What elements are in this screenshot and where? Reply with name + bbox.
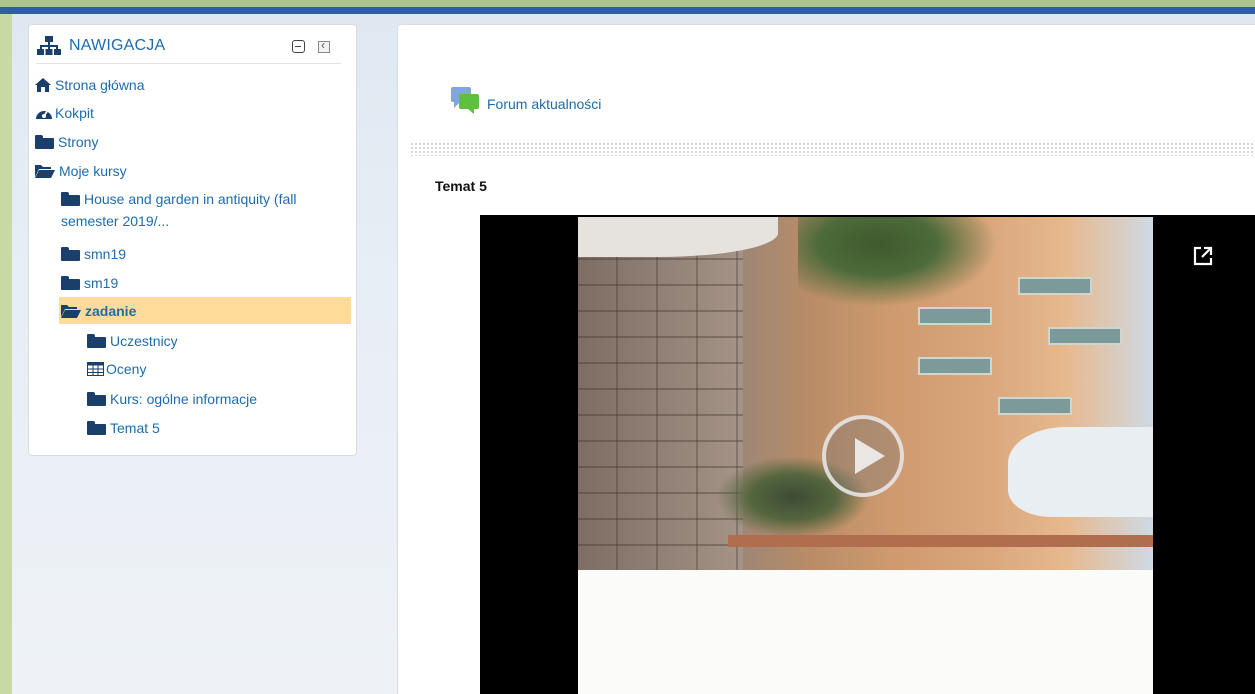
forum-news-link[interactable]: Forum aktualności — [487, 96, 601, 112]
nav-item-label: Oceny — [106, 361, 147, 377]
nav-item-home[interactable]: Strona główna — [35, 76, 145, 94]
navigation-header: NAWIGACJA — [36, 33, 341, 64]
top-bar — [0, 0, 1255, 14]
dock-block-icon[interactable] — [318, 38, 330, 53]
video-player[interactable] — [480, 215, 1255, 694]
play-button[interactable] — [822, 415, 904, 497]
nav-item-label: Kurs: ogólne informacje — [110, 391, 258, 407]
table-icon — [87, 362, 104, 376]
nav-item-label: House and garden in antiquity (fall seme… — [61, 191, 297, 229]
sitemap-icon — [37, 36, 61, 55]
nav-item-course-zadanie[interactable]: zadanie — [61, 302, 136, 320]
nav-item-my-courses[interactable]: Moje kursy — [35, 162, 127, 180]
folder-open-icon — [61, 305, 81, 318]
video-frame — [578, 217, 1153, 694]
navigation-title: NAWIGACJA — [69, 37, 166, 54]
nav-item-label: Kokpit — [55, 105, 94, 121]
folder-icon — [61, 276, 80, 290]
folder-icon — [61, 247, 80, 261]
section-title: Temat 5 — [435, 178, 487, 194]
nav-item-label: Moje kursy — [59, 163, 127, 179]
section-divider — [410, 142, 1255, 156]
nav-item-grades[interactable]: Oceny — [87, 360, 146, 378]
forum-icon — [451, 87, 479, 114]
nav-item-label: Temat 5 — [110, 420, 160, 436]
dashboard-icon — [36, 109, 52, 119]
nav-item-label: zadanie — [85, 303, 137, 319]
folder-icon — [87, 421, 106, 435]
open-external-icon[interactable] — [1192, 245, 1214, 267]
nav-item-course-info[interactable]: Kurs: ogólne informacje — [87, 390, 257, 408]
left-edge — [0, 14, 12, 694]
nav-item-label: smn19 — [84, 246, 127, 262]
nav-item-course-house-garden[interactable]: House and garden in antiquity (fall seme… — [61, 188, 311, 232]
video-thumbnail — [578, 217, 1153, 570]
nav-item-topic-5[interactable]: Temat 5 — [87, 419, 160, 437]
nav-item-dashboard[interactable]: Kokpit — [35, 104, 94, 122]
nav-item-pages[interactable]: Strony — [35, 133, 98, 151]
home-icon — [35, 78, 51, 92]
nav-item-label: sm19 — [84, 275, 119, 291]
nav-item-label: Uczestnicy — [110, 333, 178, 349]
folder-icon — [61, 192, 80, 206]
folder-icon — [87, 392, 106, 406]
folder-open-icon — [35, 165, 55, 178]
nav-item-label: Strony — [58, 134, 99, 150]
collapse-block-icon[interactable] — [292, 40, 305, 53]
folder-icon — [87, 334, 106, 348]
nav-item-label: Strona główna — [55, 77, 145, 93]
nav-item-course-smn19[interactable]: smn19 — [61, 245, 126, 263]
nav-item-participants[interactable]: Uczestnicy — [87, 332, 178, 350]
nav-item-course-sm19[interactable]: sm19 — [61, 274, 118, 292]
folder-icon — [35, 135, 54, 149]
